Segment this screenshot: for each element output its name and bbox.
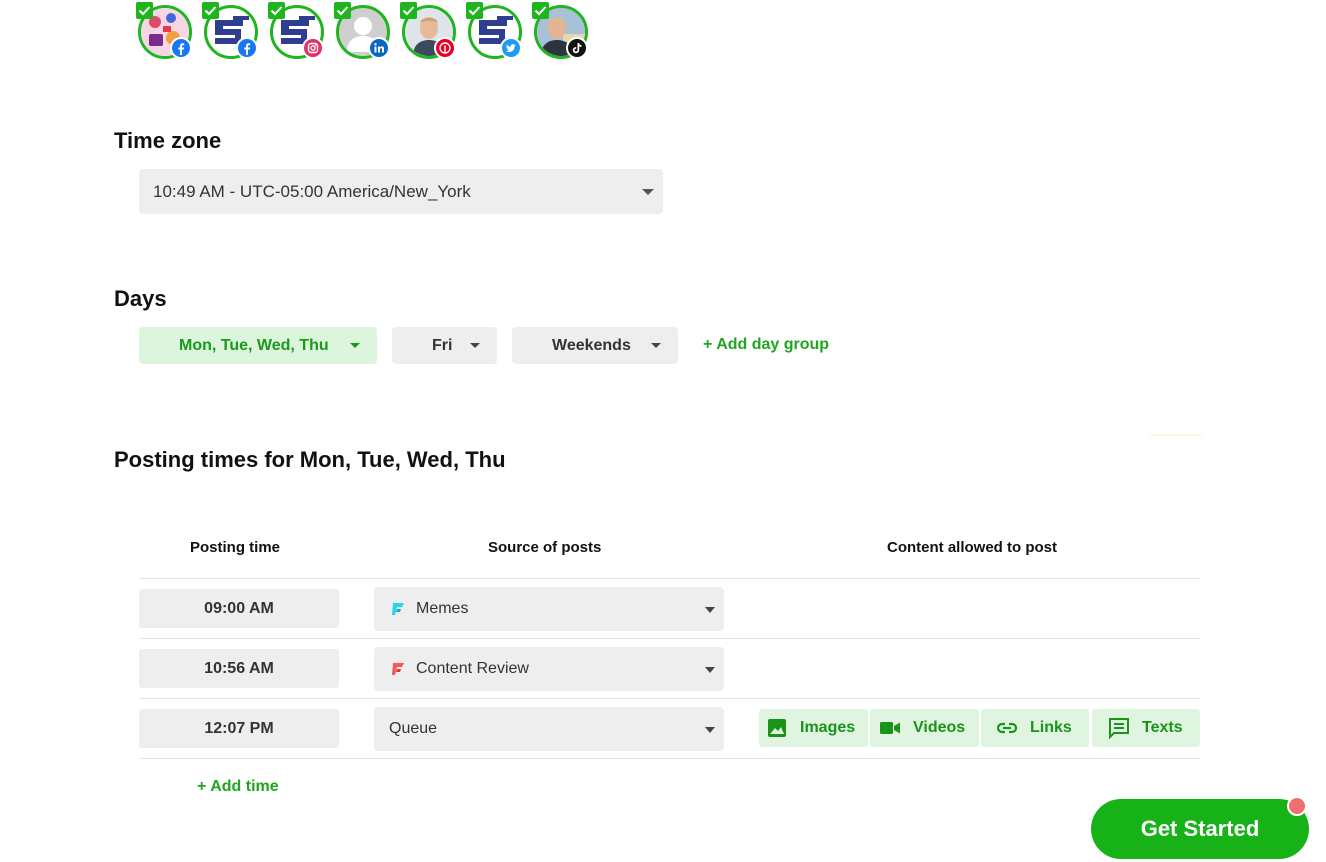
content-type-label: Links <box>1030 719 1072 736</box>
content-type-videos-toggle[interactable]: Videos <box>870 709 979 747</box>
caret-down-icon <box>705 607 715 613</box>
checkmark-icon <box>466 2 483 19</box>
profile-avatar-twitter-brand[interactable] <box>466 2 524 60</box>
timezone-heading: Time zone <box>114 128 222 153</box>
checkmark-icon <box>334 2 351 19</box>
link-icon <box>996 722 1018 734</box>
profile-avatar-facebook-memes[interactable] <box>136 2 194 60</box>
get-started-button[interactable]: Get Started <box>1091 799 1309 859</box>
posting-times-heading: Posting times for Mon, Tue, Wed, Thu <box>114 447 506 472</box>
table-divider <box>139 638 1200 639</box>
day-group-mon-thu[interactable]: Mon, Tue, Wed, Thu <box>139 327 377 364</box>
instagram-icon <box>302 37 324 59</box>
day-group-weekends[interactable]: Weekends <box>512 327 678 364</box>
table-divider <box>139 578 1200 579</box>
posting-time-field[interactable]: 10:56 AM <box>139 649 339 688</box>
checkmark-icon <box>532 2 549 19</box>
source-label: Queue <box>389 720 438 737</box>
profile-avatar-facebook-brand[interactable] <box>202 2 260 60</box>
caret-down-icon <box>651 343 661 348</box>
source-select[interactable]: Content Review <box>374 647 724 691</box>
add-time-link[interactable]: + Add time <box>197 778 279 796</box>
source-select[interactable]: Memes <box>374 587 724 631</box>
column-header-source: Source of posts <box>488 539 602 556</box>
category-icon <box>392 663 404 675</box>
caret-down-icon <box>642 189 654 195</box>
notification-dot <box>1287 796 1307 816</box>
profile-avatar-linkedin[interactable] <box>334 2 392 60</box>
table-divider <box>139 698 1200 699</box>
profile-avatar-pinterest[interactable] <box>400 2 458 60</box>
add-day-group-link[interactable]: + Add day group <box>703 336 829 354</box>
profile-selector <box>136 2 590 60</box>
content-type-links-toggle[interactable]: Links <box>981 709 1089 747</box>
divider <box>1150 434 1202 436</box>
column-header-posting-time: Posting time <box>190 539 281 556</box>
text-message-icon <box>1109 718 1129 739</box>
profile-avatar-tiktok[interactable] <box>532 2 590 60</box>
caret-down-icon <box>350 343 360 348</box>
posting-time-field[interactable]: 09:00 AM <box>139 589 339 628</box>
content-type-label: Texts <box>1142 719 1183 736</box>
checkmark-icon <box>202 2 219 19</box>
source-label: Content Review <box>416 660 529 677</box>
day-group-label: Weekends <box>552 336 631 354</box>
content-type-label: Images <box>800 719 856 736</box>
source-label: Memes <box>416 600 469 617</box>
tiktok-icon <box>566 37 588 59</box>
category-icon <box>392 603 404 615</box>
caret-down-icon <box>705 727 715 733</box>
content-type-images-toggle[interactable]: Images <box>759 709 868 747</box>
facebook-icon <box>170 37 192 59</box>
posting-time-field[interactable]: 12:07 PM <box>139 709 339 748</box>
pinterest-icon <box>434 37 456 59</box>
day-group-fri[interactable]: Fri <box>392 327 497 364</box>
timezone-value: 10:49 AM - UTC-05:00 America/New_York <box>153 181 471 201</box>
caret-down-icon <box>705 667 715 673</box>
content-type-texts-toggle[interactable]: Texts <box>1092 709 1200 747</box>
checkmark-icon <box>268 2 285 19</box>
day-group-label: Mon, Tue, Wed, Thu <box>179 336 329 354</box>
profile-avatar-instagram-brand[interactable] <box>268 2 326 60</box>
checkmark-icon <box>136 2 153 19</box>
linkedin-icon <box>368 37 390 59</box>
twitter-icon <box>500 37 522 59</box>
checkmark-icon <box>400 2 417 19</box>
content-type-label: Videos <box>913 719 966 736</box>
caret-down-icon <box>470 343 480 348</box>
table-divider <box>139 758 1200 759</box>
timezone-select[interactable]: 10:49 AM - UTC-05:00 America/New_York <box>139 169 663 214</box>
source-select[interactable]: Queue <box>374 707 724 751</box>
days-heading: Days <box>114 286 167 311</box>
facebook-icon <box>236 37 258 59</box>
image-icon <box>768 719 786 737</box>
video-camera-icon <box>880 722 900 734</box>
day-group-label: Fri <box>432 336 453 354</box>
column-header-content: Content allowed to post <box>887 539 1057 556</box>
